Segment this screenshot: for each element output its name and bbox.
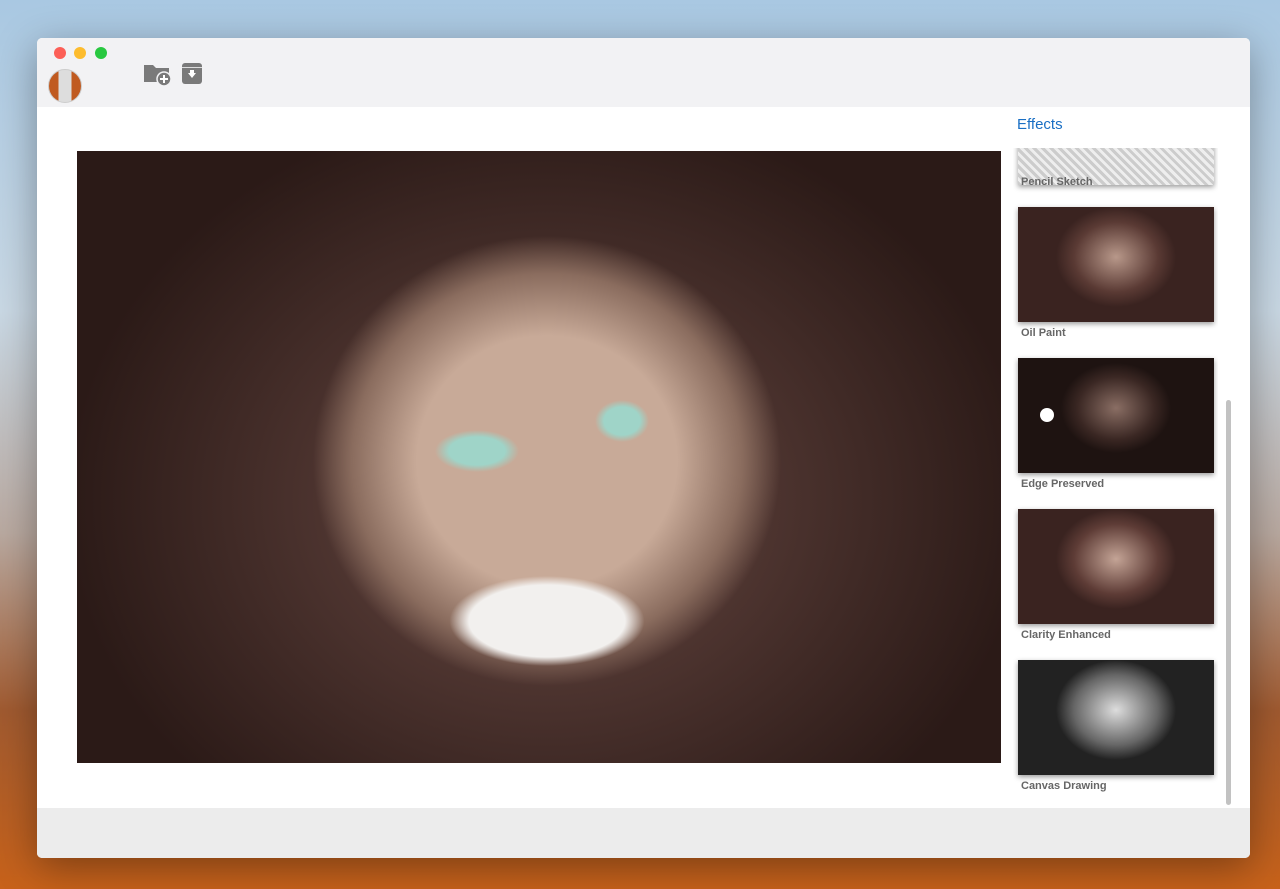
slider-handle[interactable] [1040,408,1054,422]
effect-label: Pencil Sketch [1021,176,1093,188]
effect-thumb-oil-paint[interactable] [1018,207,1214,322]
effects-title: Effects [1017,116,1063,133]
scrollbar-thumb[interactable] [1226,400,1231,805]
avatar[interactable] [48,69,82,103]
effect-label: Oil Paint [1021,327,1066,339]
add-folder-icon[interactable] [143,62,173,91]
close-button[interactable] [54,47,66,59]
title-bar [37,38,1250,107]
zoom-button[interactable] [95,47,107,59]
bottom-bar [37,808,1250,858]
effect-thumb-clarity-enhanced[interactable] [1018,509,1214,624]
main-image-preview [77,151,1001,763]
effects-list: Pencil Sketch Oil Paint Edge Preserved C… [1013,148,1218,808]
effect-label: Edge Preserved [1021,478,1105,490]
effect-label: Canvas Drawing [1021,780,1107,792]
effect-thumb-edge-preserved[interactable] [1018,358,1214,473]
effects-scrollbar[interactable] [1225,148,1233,808]
minimize-button[interactable] [74,47,86,59]
app-window: Effects Pencil Sketch Oil Paint Edge Pre… [37,38,1250,858]
effect-label: Clarity Enhanced [1021,629,1111,641]
archive-download-icon[interactable] [181,62,203,91]
effect-thumb-canvas-drawing[interactable] [1018,660,1214,775]
